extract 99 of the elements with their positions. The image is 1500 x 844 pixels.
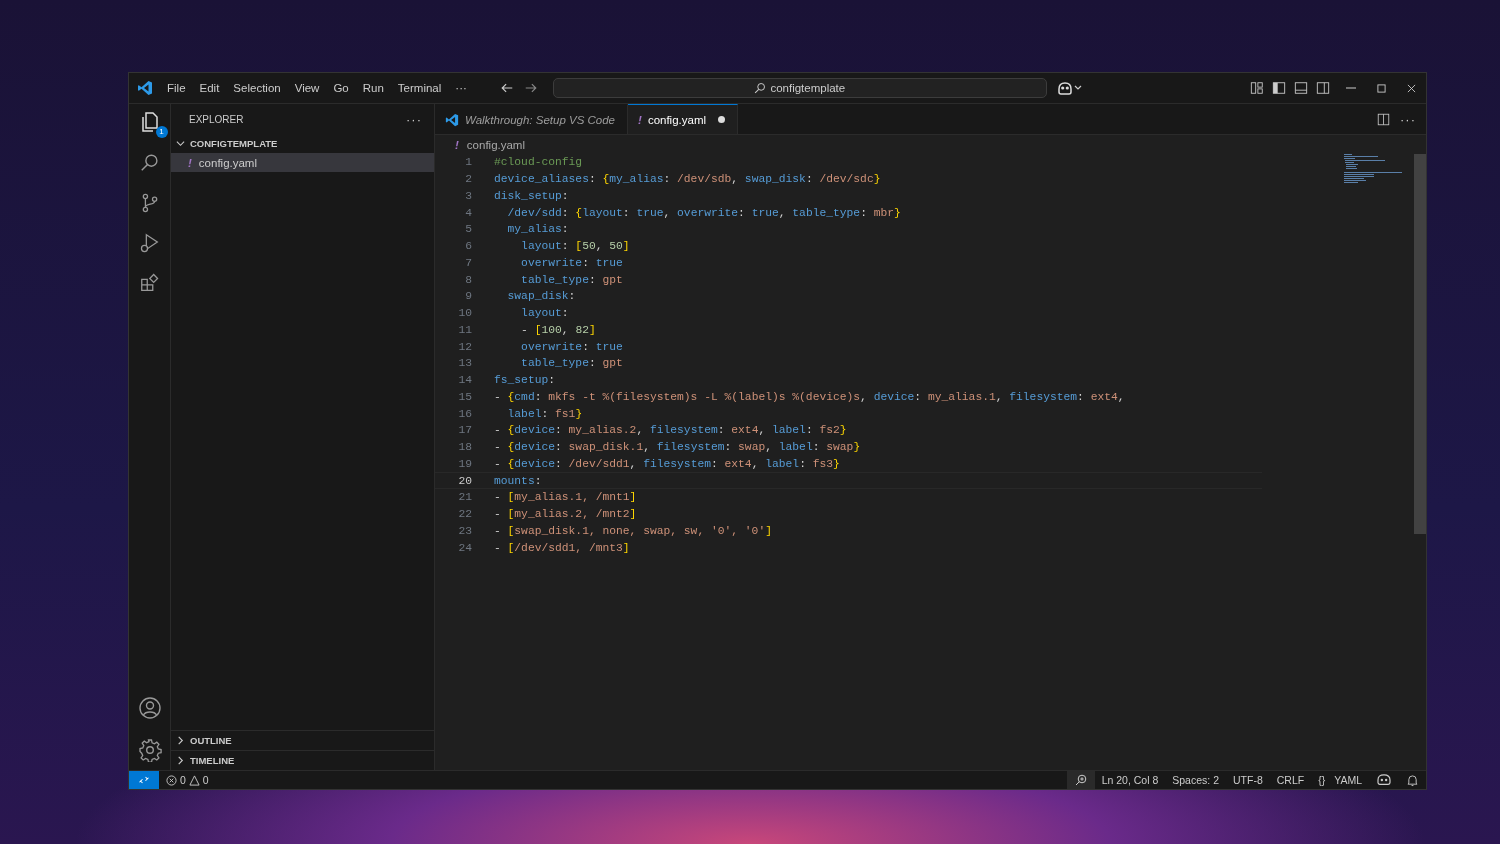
remote-icon (138, 774, 150, 786)
code-line: - [my_alias.1, /mnt1] (494, 491, 637, 504)
more-actions-button[interactable]: ··· (1400, 111, 1416, 127)
error-icon (166, 774, 177, 786)
settings-icon[interactable] (137, 738, 162, 762)
encoding[interactable]: UTF-8 (1226, 774, 1270, 786)
line-number: 18 (457, 441, 472, 454)
bell-icon[interactable] (1407, 773, 1418, 787)
code-line: - [100, 82] (520, 323, 596, 336)
line-number: 4 (464, 206, 472, 219)
app-logo-icon (445, 112, 459, 127)
line-number: 14 (457, 374, 472, 387)
code-line: my_alias: (506, 223, 569, 236)
section-header[interactable]: CONFIGTEMPLATE (171, 134, 434, 153)
panel-toggle-icon[interactable] (1294, 81, 1308, 95)
search-icon (754, 82, 767, 94)
line-number: 8 (464, 273, 472, 286)
line-ending[interactable]: CRLF (1269, 774, 1312, 786)
line-number: 12 (457, 340, 472, 353)
line-number: 6 (464, 240, 472, 253)
code-line: #cloud-config (494, 156, 583, 169)
secondary-sidebar-icon[interactable] (1316, 81, 1330, 95)
line-number: 10 (457, 307, 472, 320)
code-line: - [/dev/sdd1, /mnt3] (494, 541, 630, 554)
layout-icon[interactable] (1250, 81, 1264, 95)
line-number: 13 (457, 357, 472, 370)
search-field[interactable]: configtemplate (552, 78, 1047, 98)
menu-item[interactable]: Selection (226, 79, 288, 97)
code-line: - [swap_disk.1, none, swap, sw, '0', '0'] (494, 524, 772, 537)
line-number: 5 (464, 223, 472, 236)
editor-tab[interactable]: ! config.yaml (628, 104, 739, 134)
problems-button[interactable]: 0 0 (159, 774, 216, 786)
menu-item[interactable]: ··· (448, 79, 474, 97)
code-line: table_type: gpt (520, 273, 623, 286)
menu-item[interactable]: File (160, 79, 193, 97)
copilot-icon[interactable] (1377, 774, 1391, 786)
code-line: disk_setup: (494, 189, 569, 202)
line-number: 20 (457, 474, 472, 487)
code-line: - [my_alias.2, /mnt2] (494, 508, 637, 521)
menu-item[interactable]: Run (355, 79, 391, 97)
line-number: 16 (457, 407, 472, 420)
more-actions-button[interactable]: ··· (406, 111, 422, 127)
line-number: 24 (457, 541, 472, 554)
scrollbar-thumb[interactable] (1414, 154, 1426, 534)
line-number: 1 (464, 156, 472, 169)
zoom-button[interactable] (1066, 771, 1095, 789)
app-logo-icon (137, 80, 153, 96)
indentation[interactable]: Spaces: 2 (1165, 774, 1226, 786)
explorer-entry[interactable]: ! config.yaml (171, 153, 434, 172)
line-number: 22 (457, 508, 472, 521)
code-line: table_type: gpt (520, 357, 623, 370)
menu-item[interactable]: Terminal (390, 79, 449, 97)
account-icon[interactable] (137, 696, 162, 720)
line-number: 2 (464, 173, 472, 186)
language-mode[interactable]: {} YAML (1311, 774, 1369, 786)
cursor-position[interactable]: Ln 20, Col 8 (1094, 774, 1166, 786)
menu-item[interactable]: View (287, 79, 327, 97)
close-icon[interactable] (1407, 83, 1416, 93)
code-line: layout: (520, 307, 569, 320)
section-header[interactable]: OUTLINE (171, 731, 434, 750)
code-line: layout: [50, 50] (520, 240, 630, 253)
code-line: label: fs1} (506, 407, 583, 420)
code-line: - {device: swap_disk.1, filesystem: swap, label: swap} (494, 441, 861, 454)
extensions-icon[interactable] (138, 272, 161, 294)
warning-icon (188, 774, 200, 786)
line-number: 17 (457, 424, 472, 437)
notification-badge: 1 (155, 126, 168, 138)
split-editor-icon[interactable] (1377, 112, 1390, 126)
line-number: 9 (464, 290, 472, 303)
line-number: 11 (457, 323, 472, 336)
line-number: 3 (464, 189, 472, 202)
code-line: - {device: my_alias.2, filesystem: ext4, label: fs2} (494, 424, 847, 437)
code-line: device_aliases: {my_alias: /dev/sdb, swap_disk: /dev/sdc} (494, 173, 881, 186)
line-number: 21 (457, 491, 472, 504)
menu-item[interactable]: Edit (192, 79, 227, 97)
code-line: overwrite: true (520, 340, 623, 353)
line-number: 15 (457, 390, 472, 403)
back-arrow-icon[interactable] (499, 81, 514, 95)
breadcrumb[interactable]: ! config.yaml (435, 135, 1426, 154)
code-line: - {cmd: mkfs -t %(filesystem)s -L %(label)s %(device)s, device: my_alias.1, filesystem: ext4, (494, 390, 1125, 403)
panel-title: EXPLORER (189, 113, 244, 125)
maximize-icon[interactable] (1377, 83, 1386, 93)
code-line: swap_disk: (506, 290, 576, 303)
code-line: - {device: /dev/sdd1, filesystem: ext4, label: fs3} (494, 457, 840, 470)
code-line: overwrite: true (520, 256, 623, 269)
code-line: fs_setup: (494, 374, 555, 387)
minimap (1344, 154, 1404, 184)
forward-arrow-icon[interactable] (523, 81, 538, 95)
zoom-icon (1074, 774, 1087, 786)
menu-item[interactable]: Go (326, 79, 356, 97)
sidebar-toggle-icon[interactable] (1272, 81, 1286, 95)
code-line: mounts: (494, 474, 542, 487)
section-header[interactable]: TIMELINE (171, 751, 434, 770)
line-number: 7 (464, 256, 472, 269)
line-number: 23 (457, 524, 472, 537)
copilot-icon[interactable] (1056, 80, 1083, 96)
code-line: /dev/sdd: {layout: true, overwrite: true, table_type: mbr} (506, 206, 901, 219)
run-debug-icon[interactable] (138, 232, 161, 254)
line-number: 19 (457, 457, 472, 470)
